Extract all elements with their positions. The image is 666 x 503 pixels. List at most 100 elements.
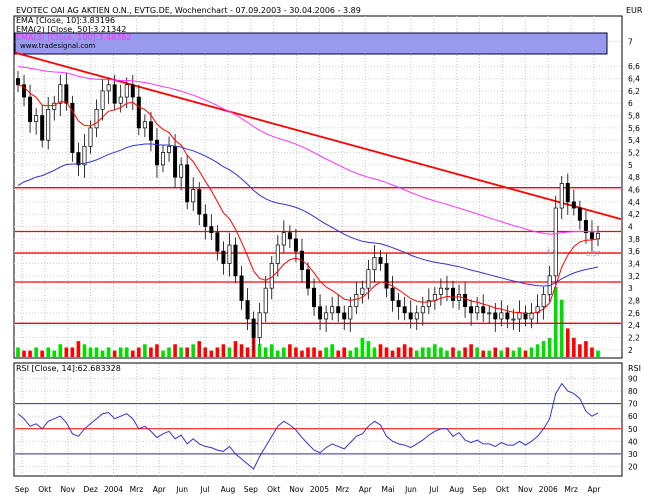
candle-body	[493, 312, 498, 320]
price-tick-label: 4,8	[628, 173, 640, 182]
volume-bar	[82, 344, 87, 357]
volume-bar	[46, 347, 51, 357]
rsi-axis-title: RSI	[628, 364, 641, 373]
candle-body	[227, 244, 232, 264]
price-tick-label: 2,6	[628, 309, 640, 318]
price-tick-label: 2,2	[628, 334, 640, 343]
volume-bar	[275, 350, 280, 357]
price-annotation: 3,6	[546, 248, 556, 256]
volume-bar	[366, 341, 371, 357]
candle-body	[451, 287, 455, 301]
candle-body	[438, 287, 443, 295]
rsi-tick-label: 60	[628, 412, 638, 421]
candle-body	[589, 232, 594, 240]
volume-bar	[64, 347, 69, 357]
x-tick-label: Okt	[267, 485, 280, 494]
candle-body	[64, 84, 69, 104]
candle-body	[517, 312, 522, 320]
volume-bar	[372, 347, 377, 357]
volume-bar	[40, 350, 44, 357]
candle-body	[88, 127, 93, 147]
candle-body	[136, 96, 141, 129]
candle-body	[571, 201, 576, 209]
x-tick-label: Aug	[221, 485, 236, 494]
volume-bar	[390, 350, 395, 357]
volume-bar	[239, 344, 244, 357]
x-tick-label: 2004	[104, 485, 123, 494]
chart-window: EVOTEC OAI AG AKTIEN O.N., EVTG.DE, Woch…	[0, 0, 666, 499]
candle-body	[34, 115, 39, 123]
candle-body	[583, 220, 588, 234]
watermark: www.tradesignal.com	[20, 42, 95, 50]
volume-bar	[282, 347, 286, 357]
volume-bar	[553, 287, 558, 357]
volume-bar	[427, 347, 431, 357]
volume-bar	[203, 347, 208, 357]
candle-body	[173, 146, 178, 178]
candle-body	[154, 139, 159, 166]
volume-bar	[233, 341, 238, 357]
candle-body	[46, 109, 51, 141]
candle-body	[390, 287, 395, 301]
price-tick-label: 5	[628, 161, 633, 170]
ema10-legend: EMA [Close, 10]:3.83196	[16, 16, 115, 25]
volume-bar	[94, 347, 99, 357]
volume-bar	[149, 347, 153, 357]
candle-body	[420, 306, 425, 314]
x-tick-label: 2006	[539, 485, 558, 494]
x-tick-label: Mrz	[564, 485, 578, 494]
rsi-tick-label: 20	[628, 462, 638, 471]
volume-bar	[318, 350, 322, 357]
volume-bar	[396, 347, 401, 357]
candle-body	[499, 312, 504, 320]
price-tick-label: 6,2	[628, 87, 640, 96]
volume-bar	[173, 344, 177, 357]
volume-bar	[76, 341, 81, 357]
candle-body	[487, 312, 492, 315]
candle-body	[402, 306, 407, 314]
x-tick-label: Jun	[175, 485, 188, 494]
x-tick-label: Nov	[289, 485, 304, 494]
volume-bar	[414, 350, 419, 357]
candle-body	[336, 306, 341, 314]
candle-body	[281, 232, 286, 246]
candle-body	[106, 84, 111, 92]
volume-bar	[28, 350, 32, 357]
volume-bar	[269, 344, 274, 357]
price-tick-label: 6	[628, 99, 633, 108]
candle-body	[185, 164, 190, 203]
candle-body	[541, 293, 546, 308]
stock-chart[interactable]: EVOTEC OAI AG AKTIEN O.N., EVTG.DE, Woch…	[0, 0, 666, 499]
x-tick-label: Sep	[244, 485, 258, 494]
volume-bar	[360, 337, 365, 357]
volume-bar	[481, 350, 486, 357]
volume-bar	[559, 299, 564, 357]
volume-bar	[324, 347, 328, 357]
candle-body	[553, 207, 558, 277]
x-tick-label: Mrz	[336, 485, 350, 494]
volume-bar	[167, 347, 171, 357]
volume-bar	[155, 344, 159, 357]
price-tick-label: 4	[628, 223, 633, 232]
candle-body	[342, 312, 347, 320]
candle-body	[28, 96, 33, 123]
price-tick-label: 2	[628, 346, 633, 355]
x-tick-label: Apr	[588, 485, 602, 494]
ema100-legend: EMA(3) [Close, 100]:3.48362	[16, 33, 131, 42]
volume-bar	[185, 347, 189, 357]
candle-body	[577, 207, 582, 221]
candle-body	[215, 232, 220, 252]
candle-body	[221, 250, 226, 264]
x-tick-label: Sep	[15, 485, 29, 494]
price-tick-label: 5,6	[628, 124, 640, 133]
volume-bar	[221, 344, 226, 357]
volume-bar	[245, 347, 250, 357]
volume-bar	[402, 344, 407, 357]
volume-bar	[584, 341, 588, 357]
currency-label: EUR	[626, 6, 643, 15]
volume-bar	[191, 344, 196, 357]
x-tick-label: Okt	[496, 485, 509, 494]
volume-bar	[499, 350, 504, 357]
volume-bar	[100, 350, 105, 357]
volume-bar	[330, 344, 334, 357]
